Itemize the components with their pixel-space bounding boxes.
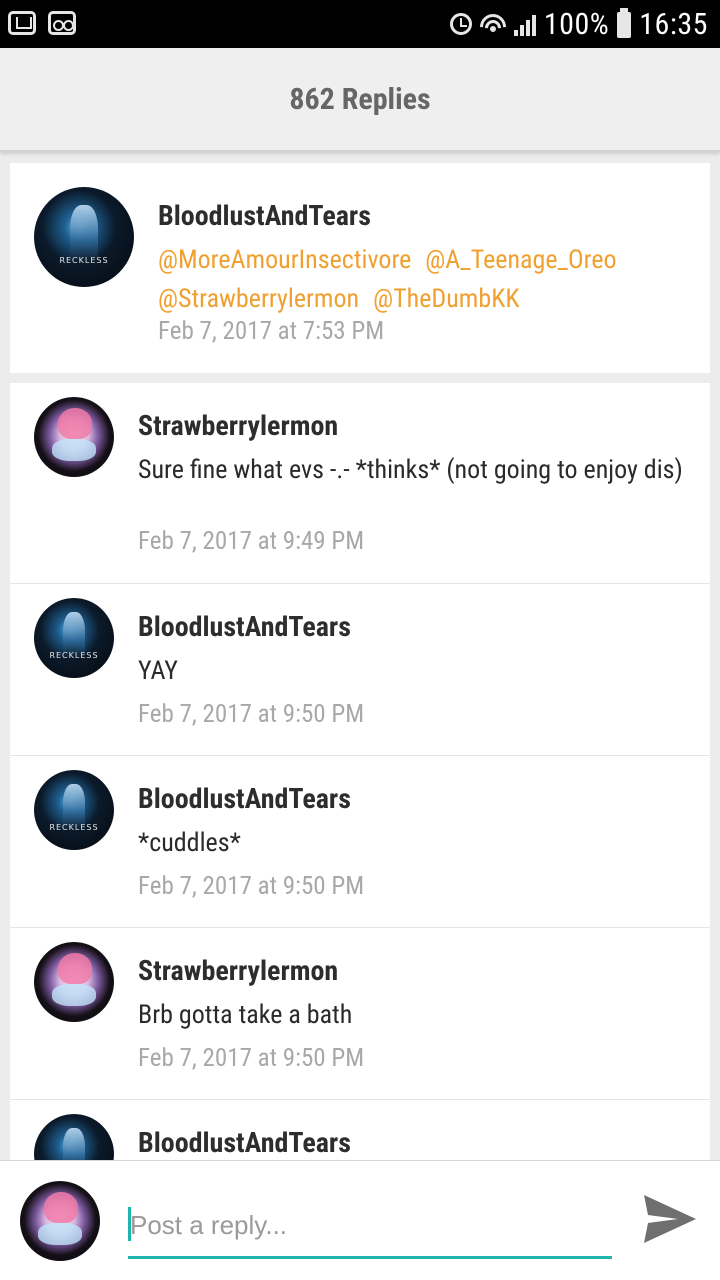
avatar[interactable]	[34, 942, 114, 1022]
author-name[interactable]: Strawberrylermon	[138, 954, 338, 987]
signal-icon	[513, 12, 536, 36]
reply-text: *cuddles*	[138, 828, 241, 858]
reply-bar	[0, 1160, 720, 1280]
avatar[interactable]	[34, 770, 114, 850]
wifi-icon	[479, 12, 506, 36]
send-button[interactable]	[640, 1189, 700, 1249]
reply-text: YAY	[138, 656, 178, 686]
list-item: BloodlustAndTears *cuddles* Feb 7, 2017 …	[10, 756, 710, 928]
mention-link[interactable]: @Strawberrylermon	[158, 284, 359, 314]
mention-link[interactable]: @TheDumbKK	[373, 284, 519, 314]
timestamp: Feb 7, 2017 at 9:50 PM	[138, 872, 365, 901]
app-notification-icon	[8, 11, 36, 35]
avatar[interactable]	[34, 598, 114, 678]
mention-link[interactable]: @A_Teenage_Oreo	[425, 245, 616, 275]
timestamp: Feb 7, 2017 at 9:49 PM	[138, 527, 365, 556]
original-post: BloodlustAndTears @MoreAmourInsectivore …	[10, 163, 710, 373]
avatar[interactable]	[34, 397, 114, 477]
author-name[interactable]: BloodlustAndTears	[138, 782, 351, 815]
list-item: BloodlustAndTears YAY Feb 7, 2017 at 9:5…	[10, 584, 710, 756]
list-item: Strawberrylermon Brb gotta take a bath F…	[10, 928, 710, 1100]
author-name[interactable]: Strawberrylermon	[138, 409, 338, 442]
timestamp: Feb 7, 2017 at 7:53 PM	[158, 317, 385, 346]
author-name[interactable]: BloodlustAndTears	[138, 610, 351, 643]
reply-text: Brb gotta take a bath	[138, 1000, 353, 1030]
page-title: 862 Replies	[289, 81, 431, 117]
mention-link[interactable]: @MoreAmourInsectivore	[158, 245, 411, 275]
status-bar: 100% 16:35	[0, 0, 720, 48]
mentions: @MoreAmourInsectivore @A_Teenage_Oreo @S…	[158, 241, 698, 319]
notification-icons	[8, 11, 76, 35]
battery-percent: 100%	[543, 6, 610, 42]
battery-icon	[617, 8, 632, 38]
voicemail-icon	[48, 11, 76, 35]
reply-input[interactable]	[128, 1201, 612, 1259]
list-item: Strawberrylermon Sure fine what evs -.- …	[10, 383, 710, 584]
text-cursor	[128, 1207, 131, 1241]
system-icons: 100% 16:35	[449, 4, 708, 44]
send-icon	[644, 1195, 696, 1243]
replies-list: Strawberrylermon Sure fine what evs -.- …	[10, 383, 710, 1173]
avatar[interactable]	[20, 1181, 100, 1261]
author-name[interactable]: BloodlustAndTears	[158, 199, 371, 232]
alarm-icon	[449, 13, 472, 35]
author-name[interactable]: BloodlustAndTears	[138, 1126, 351, 1159]
avatar[interactable]	[34, 187, 134, 287]
timestamp: Feb 7, 2017 at 9:50 PM	[138, 700, 365, 729]
clock: 16:35	[639, 6, 708, 42]
header: 862 Replies	[0, 48, 720, 152]
timestamp: Feb 7, 2017 at 9:50 PM	[138, 1044, 365, 1073]
reply-text: Sure fine what evs -.- *thinks* (not goi…	[138, 455, 683, 485]
